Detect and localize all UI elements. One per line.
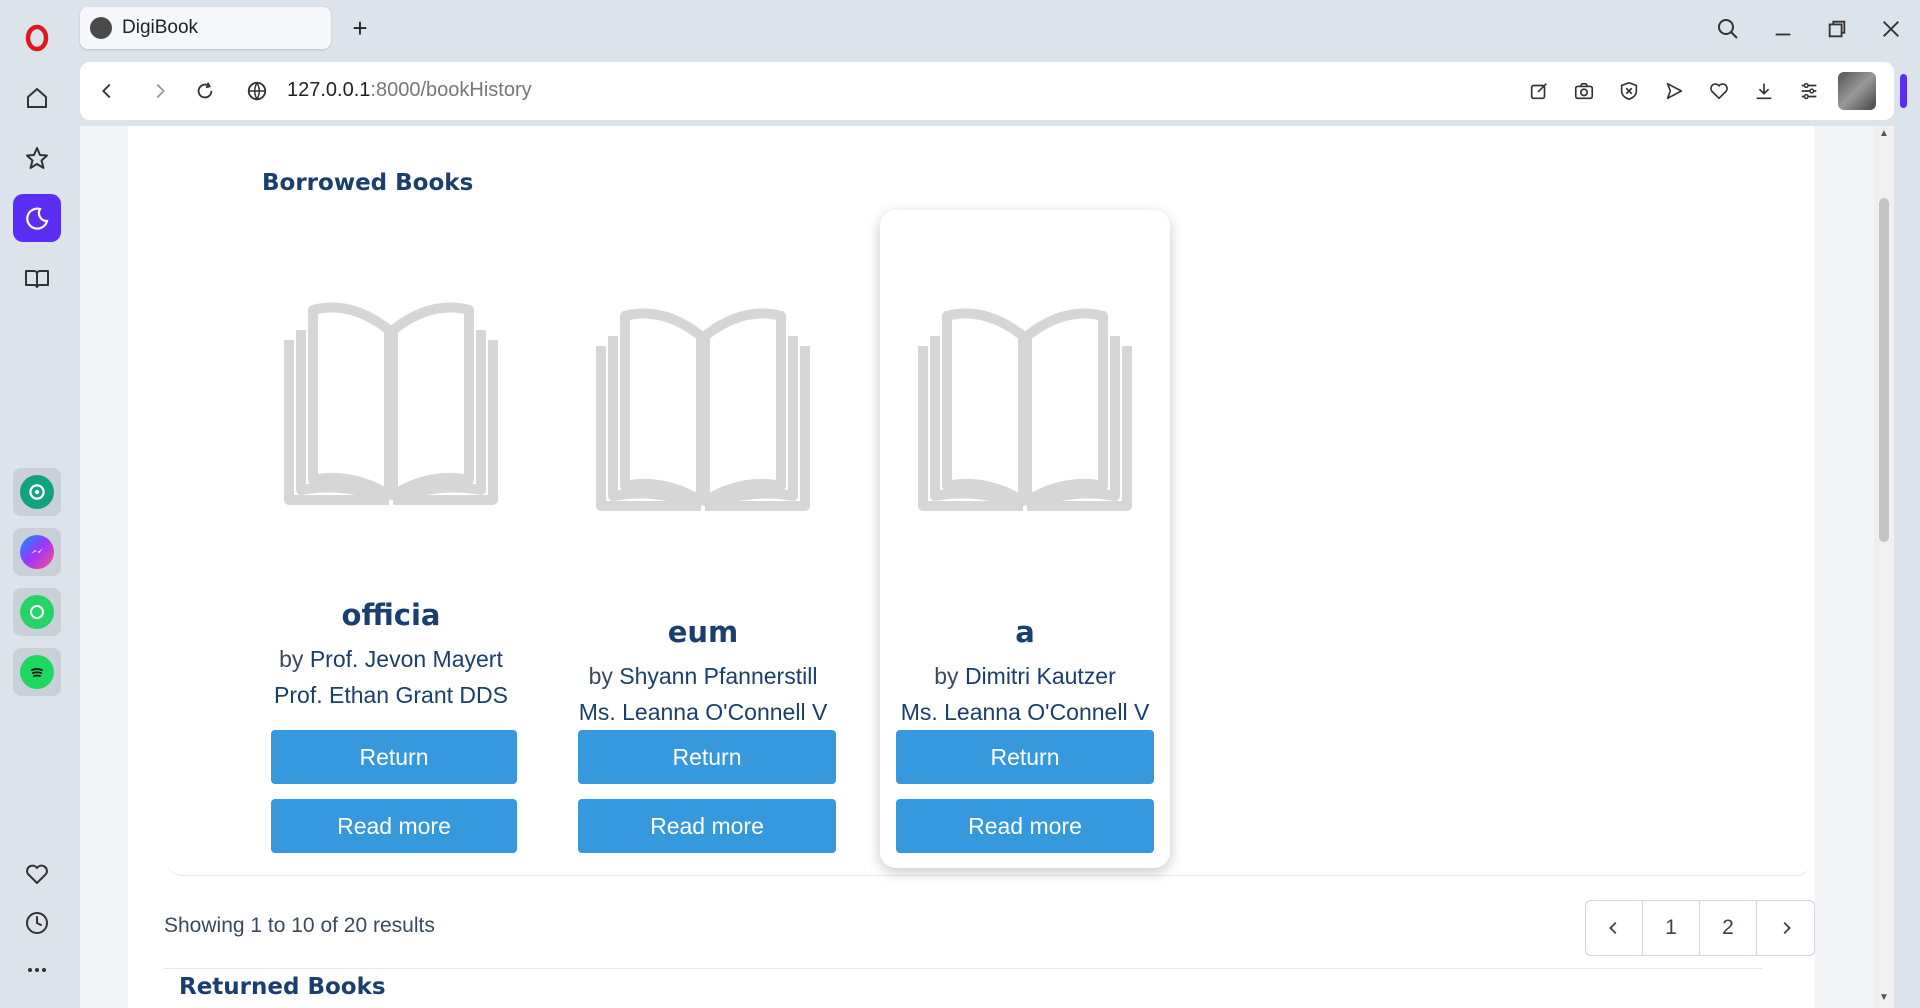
reload-icon[interactable] [188,74,222,108]
forward-icon[interactable] [143,74,177,108]
returned-books-heading: Returned Books [179,974,386,1000]
site-info-icon[interactable] [240,74,274,108]
book-title: eum [667,615,739,649]
read-more-button[interactable]: Read more [271,799,517,853]
read-more-button[interactable]: Read more [578,799,836,853]
spotify-icon[interactable] [13,648,61,696]
book-author-line: by Shyann Pfannerstill [558,663,848,690]
profile-avatar[interactable] [1838,72,1876,110]
browser-sidebar [0,0,74,1008]
read-more-button[interactable]: Read more [896,799,1154,853]
book-author-line: by Dimitri Kautzer [880,663,1170,690]
back-icon[interactable] [90,74,124,108]
scroll-up-icon[interactable]: ▲ [1877,128,1891,142]
by-label: by [588,663,613,689]
book-placeholder-icon [578,296,828,526]
send-icon[interactable] [1657,74,1691,108]
globe-icon [90,17,112,39]
pagination-page-1[interactable]: 1 [1643,901,1700,955]
sidebar-accent-indicator [1900,74,1907,108]
more-icon[interactable] [13,946,61,994]
book-card: eum by Shyann Pfannerstill Ms. Leanna O'… [558,210,848,868]
clock-icon[interactable] [13,899,61,947]
book-card: officia by Prof. Jevon Mayert Prof. Etha… [246,210,536,868]
opera-logo[interactable] [13,14,61,62]
url-field[interactable]: 127.0.0.1:8000/bookHistory [287,79,532,102]
whatsapp-icon[interactable] [13,588,61,636]
by-label: by [934,663,959,689]
url-path: :8000/bookHistory [370,79,532,101]
return-button[interactable]: Return [578,730,836,784]
url-host: 127.0.0.1 [287,79,371,101]
book-author: Shyann Pfannerstill [619,663,818,689]
adblock-shield-icon[interactable] [1612,74,1646,108]
book-author: Prof. Jevon Mayert [309,646,503,672]
book-title: officia [341,598,441,632]
page-content: Borrowed Books officia by Prof. Jevon Ma… [128,126,1815,1008]
section-divider [164,968,1762,969]
new-tab-button[interactable]: + [345,13,375,43]
download-icon[interactable] [1747,74,1781,108]
pagination-next-icon[interactable] [1757,901,1814,955]
book-librarian: Ms. Leanna O'Connell V [578,699,828,725]
book-author-line: by Prof. Jevon Mayert [246,646,536,673]
page-viewport: Borrowed Books officia by Prof. Jevon Ma… [80,126,1894,1008]
pagination-prev-icon[interactable] [1586,901,1643,955]
book-author: Dimitri Kautzer [964,663,1116,689]
chatgpt-icon[interactable] [13,468,61,516]
page-scrollbar[interactable]: ▲ ▼ [1874,126,1894,1008]
star-icon[interactable] [13,134,61,182]
close-icon[interactable] [1874,12,1908,46]
book-librarian: Prof. Ethan Grant DDS [274,682,508,708]
search-icon[interactable] [1711,12,1745,46]
book-librarian: Ms. Leanna O'Connell V [900,699,1150,725]
pagination-page-2[interactable]: 2 [1700,901,1757,955]
favorite-heart-icon[interactable] [1702,74,1736,108]
snap-edit-icon[interactable] [1522,74,1556,108]
camera-icon[interactable] [1567,74,1601,108]
minimize-icon[interactable] [1766,12,1800,46]
browser-tab[interactable]: DigiBook [80,7,331,49]
address-bar: 127.0.0.1:8000/bookHistory [80,62,1894,120]
results-summary: Showing 1 to 10 of 20 results [164,914,435,937]
moon-icon[interactable] [13,194,61,242]
easy-setup-icon[interactable] [1792,74,1826,108]
return-button[interactable]: Return [896,730,1154,784]
restore-icon[interactable] [1820,12,1854,46]
heart-icon[interactable] [13,850,61,898]
book-placeholder-icon [900,296,1150,526]
book-icon[interactable] [13,254,61,302]
by-label: by [279,646,304,672]
scroll-thumb[interactable] [1879,198,1889,542]
messenger-icon[interactable] [13,528,61,576]
home-icon[interactable] [13,74,61,122]
return-button[interactable]: Return [271,730,517,784]
tab-title: DigiBook [122,17,199,38]
scroll-down-icon[interactable]: ▼ [1877,992,1891,1006]
book-title: a [1015,615,1035,649]
book-placeholder-icon [266,290,516,520]
book-card: a by Dimitri Kautzer Ms. Leanna O'Connel… [880,210,1170,868]
pagination: 1 2 [1585,900,1815,956]
